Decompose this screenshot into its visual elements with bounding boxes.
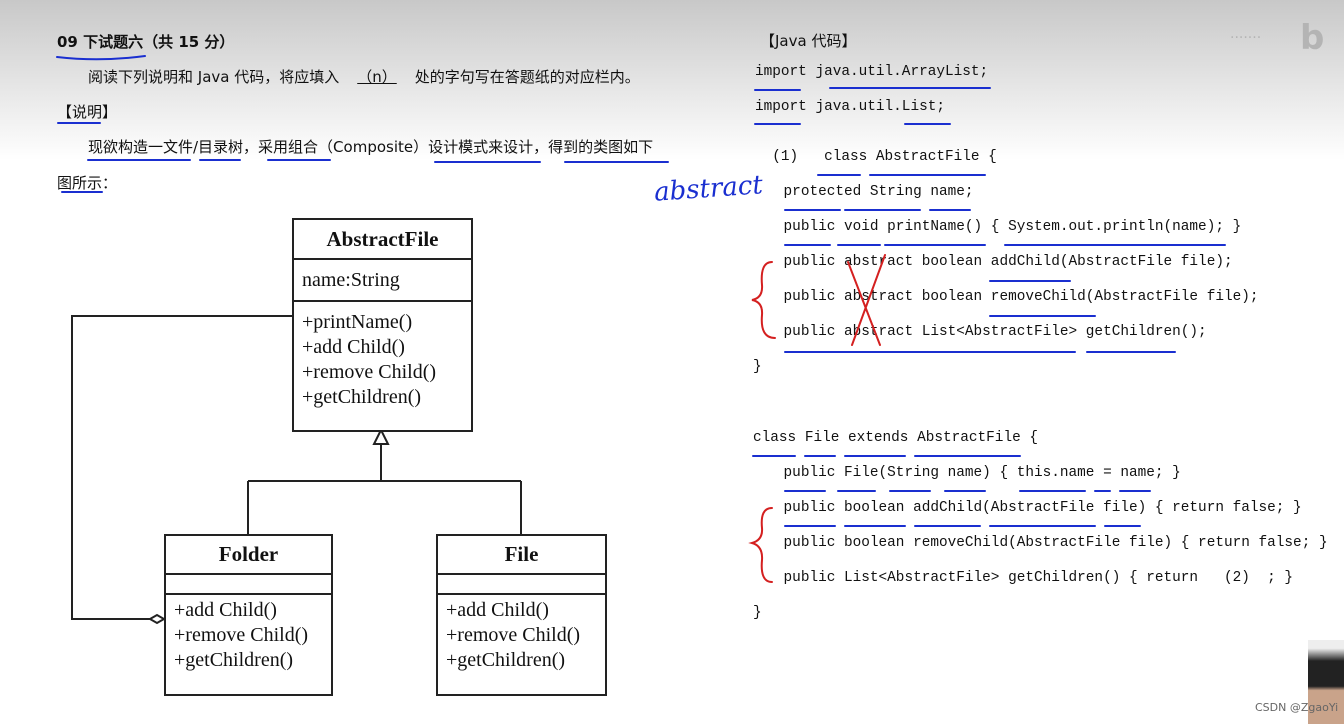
blue-underlines	[56, 55, 1226, 527]
pen-annotations	[56, 55, 1226, 583]
credit-watermark: CSDN @ZgaoYi	[1255, 701, 1339, 714]
red-marks	[748, 254, 886, 583]
red-brace	[751, 261, 776, 339]
red-cross	[847, 254, 886, 346]
red-brace	[748, 507, 773, 583]
